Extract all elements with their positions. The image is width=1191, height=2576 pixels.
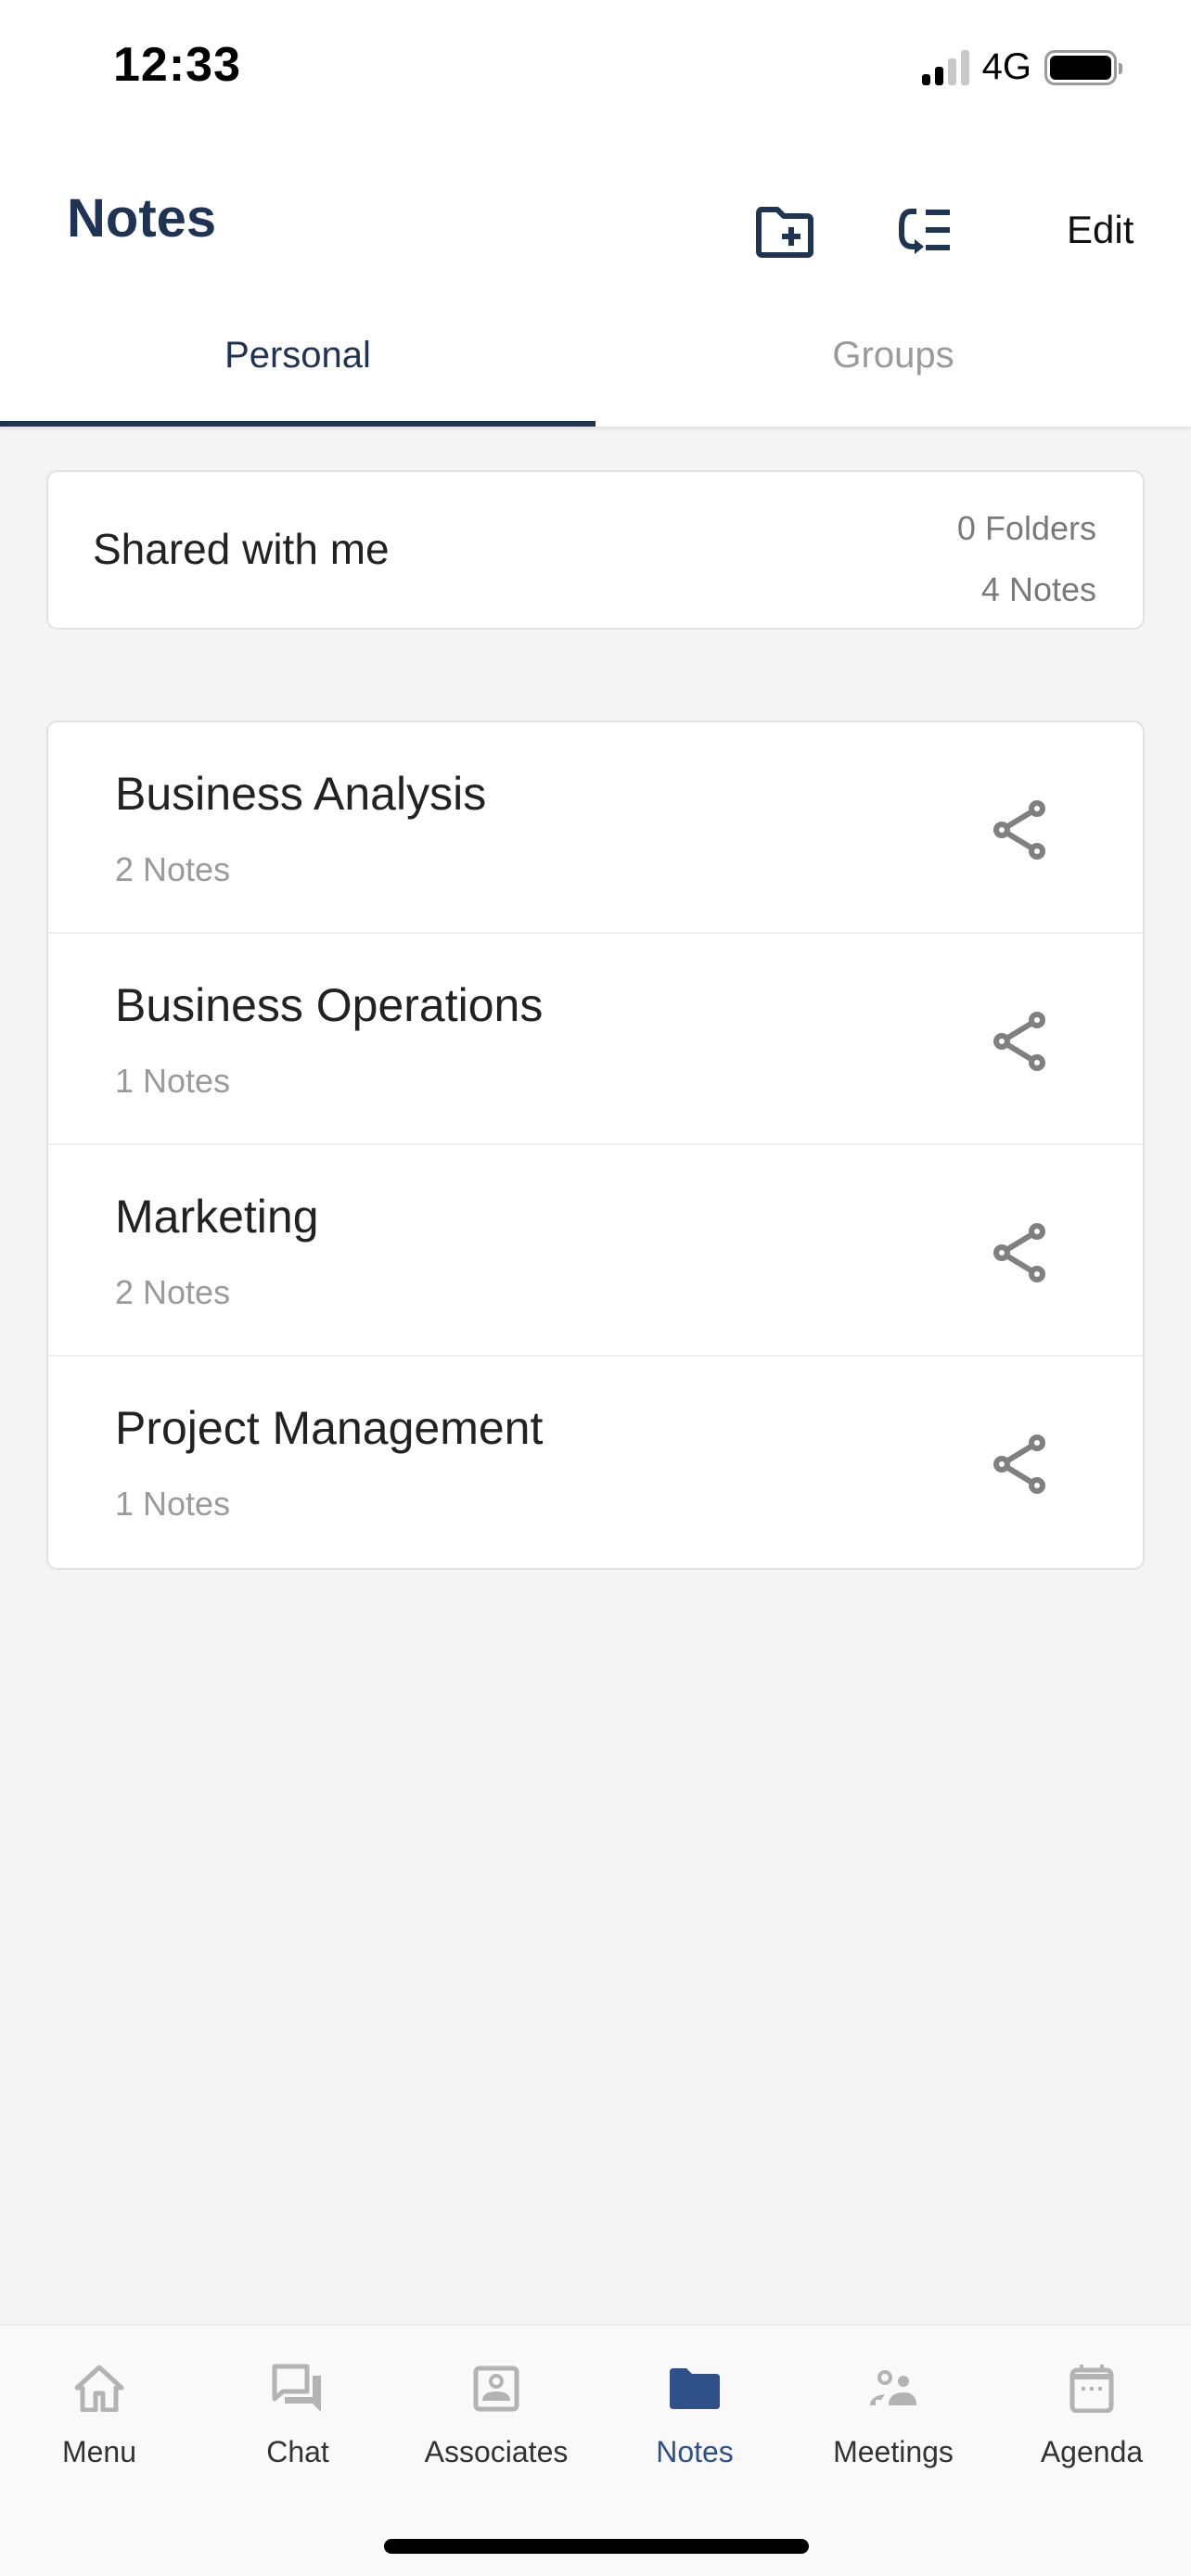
folder-row[interactable]: Business Analysis 2 Notes xyxy=(48,722,1143,934)
network-type: 4G xyxy=(981,46,1031,87)
folder-name: Marketing xyxy=(115,1191,319,1243)
share-icon xyxy=(993,800,1045,860)
signal-icon xyxy=(921,49,969,85)
header: Notes Edit Personal Groups xyxy=(0,139,1191,427)
folder-list: Business Analysis 2 Notes Business Opera… xyxy=(46,721,1145,1570)
nav-chat[interactable]: Chat xyxy=(198,2359,397,2483)
nav-label: Meetings xyxy=(833,2435,954,2468)
nav-menu[interactable]: Menu xyxy=(0,2359,198,2483)
shared-counts: 0 Folders 4 Notes xyxy=(957,498,1096,620)
folder-note-count: 2 Notes xyxy=(115,1273,231,1311)
home-indicator[interactable] xyxy=(384,2539,809,2554)
nav-label: Menu xyxy=(61,2435,137,2468)
shared-folders-count: 0 Folders xyxy=(956,509,1096,547)
status-indicators: 4G xyxy=(921,46,1122,88)
edit-button[interactable]: Edit xyxy=(1067,208,1133,252)
page-title: Notes xyxy=(67,188,217,249)
nav-agenda[interactable]: Agenda xyxy=(992,2359,1191,2483)
new-folder-button[interactable] xyxy=(751,198,818,265)
new-folder-icon xyxy=(756,207,813,258)
tab-groups[interactable]: Groups xyxy=(596,306,1191,427)
nav-meetings[interactable]: Meetings xyxy=(794,2359,992,2483)
folder-row[interactable]: Marketing 2 Notes xyxy=(48,1145,1143,1357)
nav-notes[interactable]: Notes xyxy=(596,2359,794,2483)
share-button[interactable] xyxy=(991,1433,1050,1496)
folder-row[interactable]: Business Operations 1 Notes xyxy=(48,934,1143,1145)
share-icon xyxy=(993,1223,1045,1282)
folder-note-count: 1 Notes xyxy=(115,1062,231,1100)
nav-label: Agenda xyxy=(1040,2435,1144,2468)
shared-with-me-title: Shared with me xyxy=(93,525,390,573)
share-button[interactable] xyxy=(991,1010,1050,1073)
share-button[interactable] xyxy=(991,1221,1050,1284)
folder-name: Business Analysis xyxy=(115,768,487,820)
share-icon xyxy=(993,1435,1045,1494)
nav-associates[interactable]: Associates xyxy=(397,2359,596,2483)
reorder-button[interactable] xyxy=(892,198,959,265)
battery-icon xyxy=(1044,49,1122,85)
chat-icon xyxy=(272,2364,321,2412)
folder-name: Project Management xyxy=(115,1402,544,1454)
folder-note-count: 1 Notes xyxy=(115,1485,231,1523)
tab-personal[interactable]: Personal xyxy=(0,306,596,427)
calendar-icon xyxy=(1069,2365,1114,2413)
shared-with-me-card[interactable]: Shared with me 0 Folders 4 Notes xyxy=(46,470,1145,630)
contact-card-icon xyxy=(473,2366,519,2412)
nav-label: Associates xyxy=(424,2435,569,2468)
nav-label: Chat xyxy=(266,2435,329,2468)
share-icon xyxy=(993,1012,1045,1071)
reorder-icon xyxy=(899,209,950,254)
folder-note-count: 2 Notes xyxy=(115,850,231,888)
folder-icon xyxy=(670,2368,720,2409)
tab-bar: Personal Groups xyxy=(0,306,1191,427)
home-icon xyxy=(74,2366,124,2412)
folder-row[interactable]: Project Management 1 Notes xyxy=(48,1357,1143,1568)
status-time: 12:33 xyxy=(113,38,241,92)
folder-name: Business Operations xyxy=(115,979,544,1031)
people-icon xyxy=(870,2370,916,2405)
nav-label: Notes xyxy=(656,2435,734,2468)
share-button[interactable] xyxy=(991,798,1050,861)
status-bar: 12:33 4G xyxy=(0,0,1191,139)
shared-notes-count: 4 Notes xyxy=(980,570,1096,608)
